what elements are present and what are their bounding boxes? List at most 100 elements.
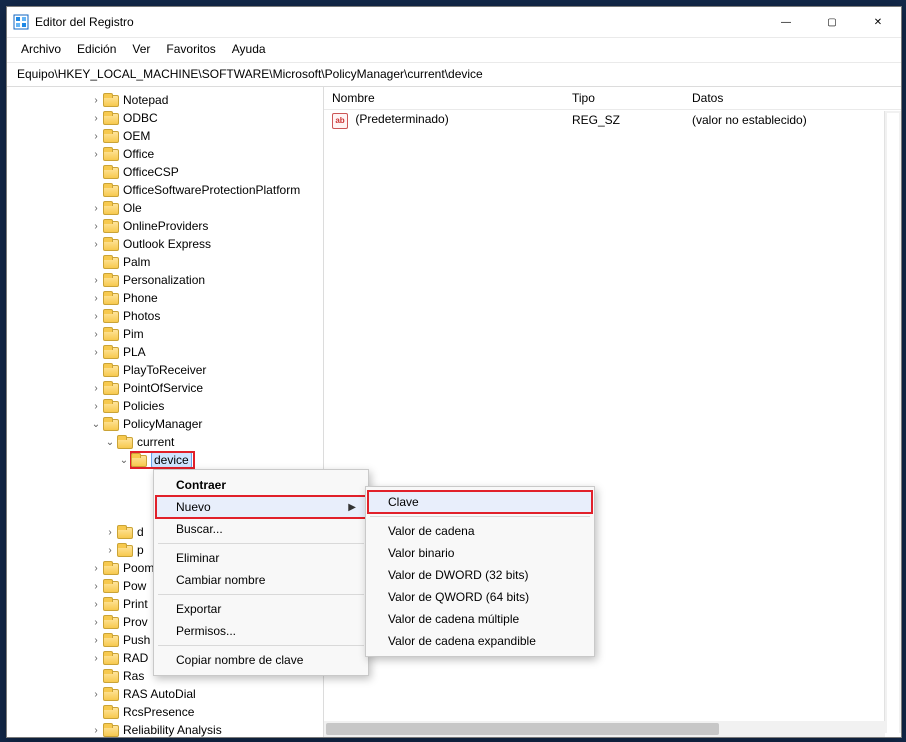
ctx-item-cambiar-nombre[interactable]: Cambiar nombre — [156, 569, 372, 591]
chevron-right-icon[interactable]: › — [103, 545, 117, 556]
col-tipo[interactable]: Tipo — [572, 91, 692, 105]
chevron-right-icon[interactable]: › — [89, 635, 103, 646]
chevron-right-icon[interactable]: › — [89, 131, 103, 142]
submenu-item-valor-de-cadena-m-ltiple[interactable]: Valor de cadena múltiple — [368, 608, 592, 630]
tree-item[interactable]: ›Outlook Express — [13, 235, 323, 253]
ctx-item-permisos-[interactable]: Permisos... — [156, 620, 372, 642]
ctx-item-exportar[interactable]: Exportar — [156, 598, 372, 620]
tree-item-label: Reliability Analysis — [123, 723, 222, 737]
chevron-right-icon[interactable]: › — [89, 95, 103, 106]
tree-item[interactable]: › PointOfService — [13, 379, 323, 397]
menu-favoritos[interactable]: Favoritos — [160, 40, 221, 58]
chevron-down-icon[interactable]: ⌄ — [117, 455, 131, 466]
tree-item-label: OfficeSoftwareProtectionPlatform — [123, 183, 300, 197]
col-datos[interactable]: Datos — [692, 91, 893, 105]
tree-item[interactable]: › Pim — [13, 325, 323, 343]
chevron-right-icon[interactable]: › — [103, 527, 117, 538]
submenu-item-clave[interactable]: Clave — [368, 491, 592, 513]
titlebar[interactable]: Editor del Registro — ▢ ✕ — [7, 7, 901, 38]
folder-icon — [103, 579, 119, 593]
chevron-right-icon[interactable]: › — [89, 599, 103, 610]
chevron-right-icon[interactable]: › — [89, 383, 103, 394]
tree-item[interactable]: RcsPresence — [13, 703, 323, 721]
folder-icon — [103, 309, 119, 323]
values-hscrollbar[interactable] — [324, 721, 885, 737]
col-nombre[interactable]: Nombre — [332, 91, 572, 105]
close-button[interactable]: ✕ — [855, 7, 901, 37]
tree-item-label: PointOfService — [123, 381, 203, 395]
value-data: (valor no establecido) — [692, 113, 893, 127]
tree-item[interactable]: Palm — [13, 253, 323, 271]
menu-archivo[interactable]: Archivo — [15, 40, 67, 58]
tree-item[interactable]: ›ODBC — [13, 109, 323, 127]
chevron-right-icon[interactable]: › — [89, 149, 103, 160]
tree-item[interactable]: ›Photos — [13, 307, 323, 325]
ctx-item-nuevo[interactable]: Nuevo▶ — [156, 496, 372, 518]
tree-item[interactable]: ›Notepad — [13, 91, 323, 109]
chevron-right-icon[interactable]: › — [89, 239, 103, 250]
ctx-item-label: Contraer — [176, 478, 226, 492]
tree-item-label: Policies — [123, 399, 164, 413]
tree-item[interactable]: OfficeSoftwareProtectionPlatform — [13, 181, 323, 199]
chevron-right-icon[interactable]: › — [89, 563, 103, 574]
tree-item[interactable]: PlayToReceiver — [13, 361, 323, 379]
menu-edicion[interactable]: Edición — [71, 40, 122, 58]
chevron-right-icon[interactable]: › — [89, 203, 103, 214]
address-bar[interactable]: Equipo\HKEY_LOCAL_MACHINE\SOFTWARE\Micro… — [7, 63, 901, 87]
tree-item[interactable]: › Policies — [13, 397, 323, 415]
chevron-right-icon[interactable]: › — [89, 653, 103, 664]
tree-item-label: p — [137, 543, 144, 557]
tree-item[interactable]: OfficeCSP — [13, 163, 323, 181]
tree-item[interactable]: ›RAS AutoDial — [13, 685, 323, 703]
tree-item[interactable]: ›OnlineProviders — [13, 217, 323, 235]
chevron-right-icon[interactable]: › — [89, 401, 103, 412]
tree-item[interactable]: ›Personalization — [13, 271, 323, 289]
tree-item[interactable]: ⌄device — [13, 451, 323, 469]
submenu-item-valor-de-qword-bits-[interactable]: Valor de QWORD (64 bits) — [368, 586, 592, 608]
tree-item-label: d — [137, 525, 144, 539]
tree-item[interactable]: ›Phone — [13, 289, 323, 307]
chevron-right-icon[interactable]: › — [89, 617, 103, 628]
chevron-right-icon[interactable]: › — [89, 347, 103, 358]
tree-item[interactable]: ›PLA — [13, 343, 323, 361]
chevron-down-icon[interactable]: ⌄ — [103, 437, 117, 448]
chevron-right-icon[interactable]: › — [89, 581, 103, 592]
chevron-right-icon[interactable]: › — [89, 329, 103, 340]
tree-item-label: Push — [123, 633, 150, 647]
chevron-right-icon[interactable]: › — [89, 275, 103, 286]
tree-item[interactable]: ›OEM — [13, 127, 323, 145]
ctx-item-eliminar[interactable]: Eliminar — [156, 547, 372, 569]
ctx-item-contraer[interactable]: Contraer — [156, 474, 372, 496]
tree-item[interactable]: ›Office — [13, 145, 323, 163]
value-row[interactable]: ab (Predeterminado) REG_SZ (valor no est… — [324, 110, 901, 131]
tree-item[interactable]: › Reliability Analysis — [13, 721, 323, 737]
submenu-item-valor-de-dword-bits-[interactable]: Valor de DWORD (32 bits) — [368, 564, 592, 586]
submenu-item-valor-de-cadena[interactable]: Valor de cadena — [368, 520, 592, 542]
chevron-right-icon[interactable]: › — [89, 293, 103, 304]
submenu-item-valor-de-cadena-expandible[interactable]: Valor de cadena expandible — [368, 630, 592, 652]
ctx-item-label: Nuevo — [176, 500, 211, 514]
folder-icon — [103, 219, 119, 233]
chevron-right-icon[interactable]: › — [89, 311, 103, 322]
tree-item-label: PolicyManager — [123, 417, 202, 431]
submenu-item-label: Valor de QWORD (64 bits) — [388, 590, 529, 604]
submenu-item-valor-binario[interactable]: Valor binario — [368, 542, 592, 564]
maximize-button[interactable]: ▢ — [809, 7, 855, 37]
values-vscrollbar[interactable] — [884, 111, 901, 733]
chevron-right-icon[interactable]: › — [89, 221, 103, 232]
chevron-right-icon[interactable]: › — [89, 113, 103, 124]
tree-item-label: Ole — [123, 201, 142, 215]
minimize-button[interactable]: — — [763, 7, 809, 37]
tree-item[interactable]: ⌄ PolicyManager — [13, 415, 323, 433]
menu-ver[interactable]: Ver — [126, 40, 156, 58]
menu-ayuda[interactable]: Ayuda — [226, 40, 272, 58]
chevron-right-icon[interactable]: › — [89, 689, 103, 700]
tree-item[interactable]: › Ole — [13, 199, 323, 217]
ctx-item-copiar-nombre-de-clave[interactable]: Copiar nombre de clave — [156, 649, 372, 671]
tree-item[interactable]: ⌄current — [13, 433, 323, 451]
chevron-right-icon[interactable]: › — [89, 725, 103, 736]
chevron-down-icon[interactable]: ⌄ — [89, 419, 103, 430]
tree-item-label: Pim — [123, 327, 144, 341]
ctx-item-buscar-[interactable]: Buscar... — [156, 518, 372, 540]
folder-icon — [103, 129, 119, 143]
